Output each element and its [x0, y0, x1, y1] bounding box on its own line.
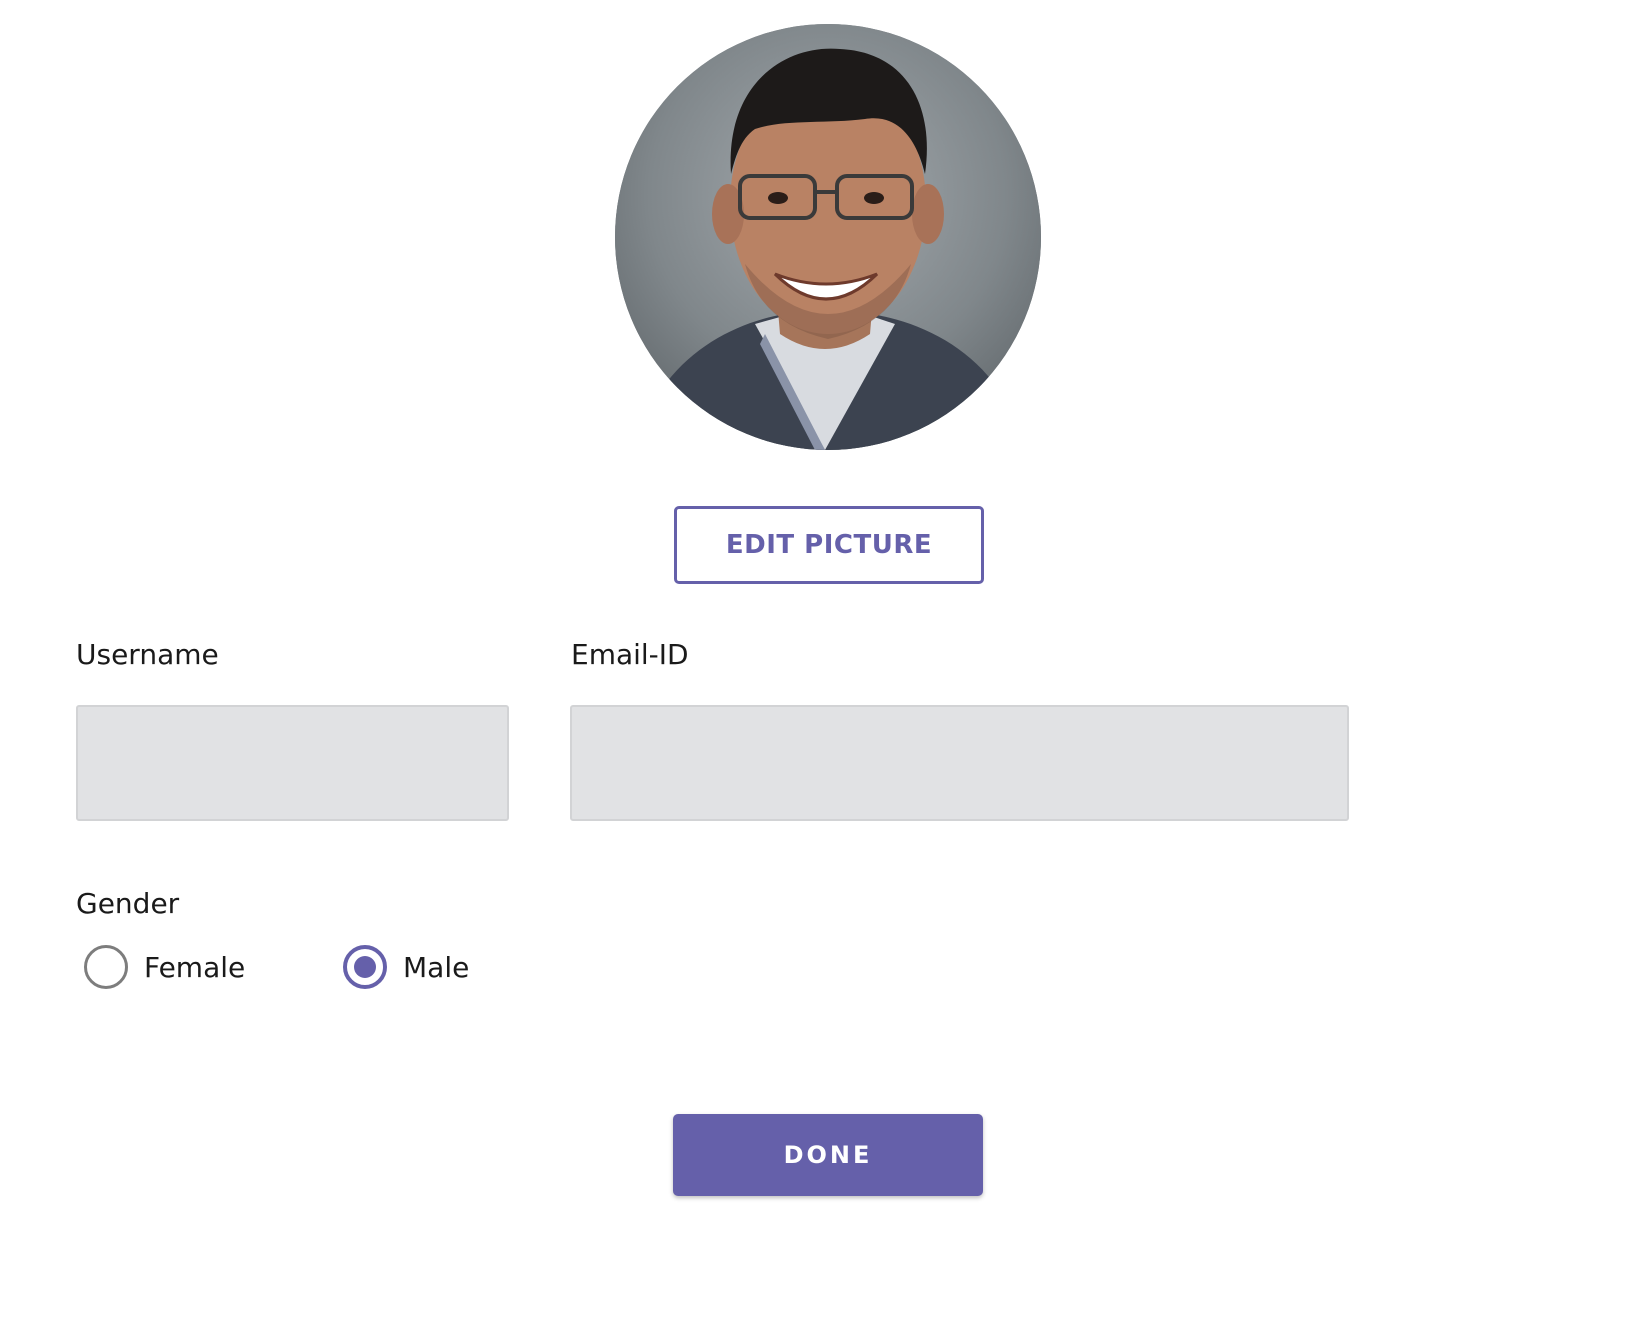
- avatar-photo: [615, 24, 1041, 450]
- radio-male-label: Male: [403, 950, 470, 984]
- done-button[interactable]: DONE: [673, 1114, 983, 1196]
- username-label: Username: [76, 638, 219, 671]
- gender-label: Gender: [76, 887, 180, 920]
- gender-option-female[interactable]: Female: [84, 945, 245, 989]
- profile-edit-page: EDIT PICTURE Username Email-ID Gender Fe…: [0, 0, 1648, 1336]
- username-input[interactable]: [76, 705, 509, 821]
- email-label: Email-ID: [571, 638, 689, 671]
- email-input[interactable]: [570, 705, 1349, 821]
- radio-female-label: Female: [144, 950, 246, 984]
- gender-option-male[interactable]: Male: [343, 945, 469, 989]
- edit-picture-button[interactable]: EDIT PICTURE: [674, 506, 984, 584]
- radio-male-circle[interactable]: [343, 945, 387, 989]
- profile-avatar: [615, 24, 1041, 450]
- radio-female-circle[interactable]: [84, 945, 128, 989]
